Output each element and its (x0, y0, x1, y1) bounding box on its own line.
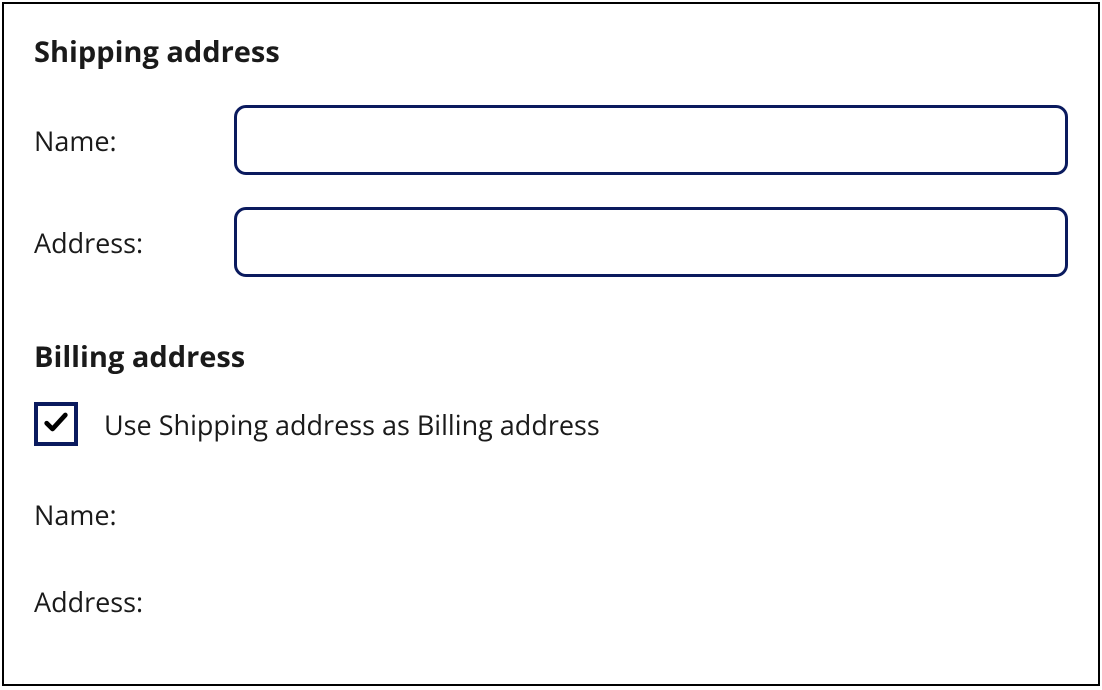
billing-address-label: Address: (34, 583, 143, 620)
billing-section-title: Billing address (34, 337, 1068, 376)
use-shipping-checkbox[interactable] (34, 402, 78, 446)
use-shipping-checkbox-label: Use Shipping address as Billing address (104, 406, 600, 443)
shipping-section-title: Shipping address (34, 32, 1068, 71)
billing-address-row: Address: (34, 583, 1068, 620)
use-shipping-checkbox-row: Use Shipping address as Billing address (34, 402, 1068, 446)
billing-name-label: Name: (34, 496, 117, 533)
shipping-address-label: Address: (34, 224, 234, 261)
shipping-address-row: Address: (34, 207, 1068, 277)
shipping-name-row: Name: (34, 105, 1068, 175)
address-form-container: Shipping address Name: Address: Billing … (2, 2, 1100, 686)
check-icon (42, 408, 70, 441)
shipping-name-label: Name: (34, 122, 234, 159)
shipping-address-input[interactable] (234, 207, 1068, 277)
billing-name-row: Name: (34, 496, 1068, 533)
shipping-name-input[interactable] (234, 105, 1068, 175)
